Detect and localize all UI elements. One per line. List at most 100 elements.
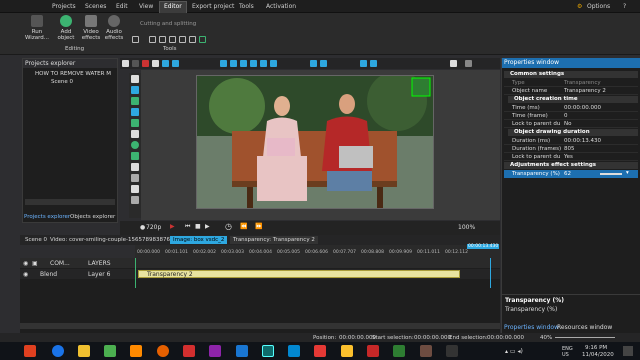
transparency-slider[interactable] [600, 173, 622, 175]
help-icon[interactable]: ? [623, 3, 626, 10]
app-icon[interactable] [104, 345, 116, 357]
explorer-scrollbar[interactable] [25, 199, 115, 205]
layer-down-icon[interactable] [320, 60, 327, 67]
menu-edit[interactable]: Edit [116, 3, 128, 10]
menu-tools[interactable]: Tools [239, 3, 254, 10]
zoom-level[interactable]: 100% [458, 224, 475, 231]
trim-icon[interactable] [169, 36, 176, 43]
align-top-icon[interactable] [250, 60, 257, 67]
text-object-icon[interactable] [131, 163, 139, 171]
playhead[interactable] [490, 258, 491, 288]
ie-icon[interactable] [52, 345, 64, 357]
clock-date[interactable]: 11/04/2020 [582, 352, 614, 358]
language-indicator[interactable]: ENG US [562, 346, 574, 358]
windows-start-icon[interactable] [24, 345, 36, 357]
layer-name[interactable]: Layer 6 [88, 271, 110, 278]
rectangle-icon[interactable] [131, 152, 139, 160]
tray-icons[interactable]: ▴ ▭ ◂) [505, 348, 523, 355]
play-red-icon[interactable]: ▶ [170, 223, 175, 230]
layer-up-icon[interactable] [310, 60, 317, 67]
scene-tree-item[interactable]: Scene 0 [51, 79, 73, 85]
prop-value[interactable]: 00:00:13.430 [564, 138, 601, 144]
prop-row-lock[interactable]: Lock to parent du No [504, 120, 638, 128]
chevron-down-icon[interactable]: ▾ [626, 170, 629, 176]
app-icon[interactable] [236, 345, 248, 357]
free-shape-icon[interactable] [131, 196, 139, 204]
rotate-left-icon[interactable] [179, 36, 186, 43]
prop-row-duration-frames[interactable]: Duration (frames) 805 [504, 145, 638, 153]
common-settings-section[interactable]: Common settings [504, 71, 638, 78]
menu-export-project[interactable]: Export project [192, 3, 234, 10]
align-middle-icon[interactable] [260, 60, 267, 67]
zoom-icon[interactable] [450, 60, 457, 67]
video-object-icon[interactable] [131, 86, 139, 94]
clock-time[interactable]: 9:16 PM [585, 345, 607, 351]
audio-effects-button[interactable]: Audio effects [101, 15, 127, 41]
eye-icon[interactable]: ◉ [23, 271, 28, 278]
tab-image[interactable]: Image: box vsdc_2 [170, 236, 228, 244]
prop-row-lock-2[interactable]: Lock to parent du Yes [504, 153, 638, 161]
menu-editor[interactable]: Editor [159, 1, 187, 13]
app-icon[interactable] [314, 345, 326, 357]
prop-value[interactable]: No [564, 121, 571, 127]
tab-video[interactable]: Video: cover-smiling-couple-156578983876… [47, 236, 183, 244]
prop-value[interactable]: 0 [564, 113, 568, 119]
undo-icon[interactable] [132, 60, 139, 67]
app-icon[interactable] [446, 345, 458, 357]
firefox-icon[interactable] [157, 345, 169, 357]
tab-transparency[interactable]: Transparency: Transparency 2 [230, 236, 318, 244]
time-ruler[interactable]: 00:00.000 00:01.101 00:02.002 00:03.003 … [135, 244, 500, 258]
align-right-icon[interactable] [240, 60, 247, 67]
prop-value[interactable]: 805 [564, 146, 575, 152]
settings-icon[interactable] [465, 60, 472, 67]
prop-row-time-ms[interactable]: Time (ms) 00:00:00.000 [504, 104, 638, 112]
creation-time-section[interactable]: Object creation time [508, 96, 638, 103]
app-icon[interactable] [420, 345, 432, 357]
rotate-right-icon[interactable] [189, 36, 196, 43]
chart-object-icon[interactable] [131, 119, 139, 127]
transparency-value[interactable]: 62 [564, 171, 571, 177]
tab-projects-explorer[interactable]: Projects explorer [24, 214, 70, 220]
cursor-icon[interactable] [122, 60, 129, 67]
menu-activation[interactable]: Activation [266, 3, 296, 10]
add-object-button[interactable]: Add object [53, 15, 79, 41]
pointer-icon[interactable] [131, 75, 139, 83]
play-icon[interactable]: ▶ [205, 223, 210, 230]
align-center-icon[interactable] [230, 60, 237, 67]
prop-value[interactable]: Yes [564, 154, 573, 160]
delete-icon[interactable] [172, 60, 179, 67]
cut-icon[interactable] [142, 60, 149, 67]
gear-icon[interactable]: ⚙ [577, 3, 582, 10]
tab-resources-window[interactable]: Resources window [557, 324, 612, 331]
prop-row-transparency[interactable]: Transparency (%) 62 ▾ [504, 170, 638, 178]
prop-value[interactable]: Transparency 2 [564, 88, 606, 94]
video-preview[interactable] [196, 75, 434, 209]
app-icon[interactable] [288, 345, 300, 357]
scissors-icon[interactable] [132, 36, 139, 43]
prev-icon[interactable]: ⏪ [240, 223, 247, 230]
drawing-duration-section[interactable]: Object drawing duration [508, 129, 638, 136]
menu-scenes[interactable]: Scenes [85, 3, 106, 10]
subtitles-icon[interactable] [131, 174, 139, 182]
audio-object-icon[interactable] [131, 108, 139, 116]
first-frame-icon[interactable]: ⏮ [185, 223, 190, 231]
snap-icon[interactable] [370, 60, 377, 67]
prop-row-duration-ms[interactable]: Duration (ms) 00:00:13.430 [504, 137, 638, 145]
app-icon[interactable] [130, 345, 142, 357]
app-icon[interactable] [183, 345, 195, 357]
prop-row-name[interactable]: Object name Transparency 2 [504, 87, 638, 95]
speed-icon[interactable] [199, 36, 206, 43]
next-icon[interactable]: ⏩ [255, 223, 262, 230]
ellipse-icon[interactable] [131, 141, 139, 149]
crop-icon[interactable] [149, 36, 156, 43]
tab-objects-explorer[interactable]: Objects explorer [70, 214, 115, 220]
clock-icon[interactable]: ◷ [225, 222, 232, 231]
lock-icon[interactable]: ▣ [32, 260, 38, 267]
copy-icon[interactable] [152, 60, 159, 67]
eye-icon[interactable]: ◉ [23, 260, 28, 267]
image-object-icon[interactable] [131, 97, 139, 105]
tab-scene[interactable]: Scene 0 [22, 236, 50, 244]
record-icon[interactable]: ● [140, 224, 145, 231]
vsdc-taskbar-icon[interactable] [262, 345, 274, 357]
split-icon[interactable] [159, 36, 166, 43]
